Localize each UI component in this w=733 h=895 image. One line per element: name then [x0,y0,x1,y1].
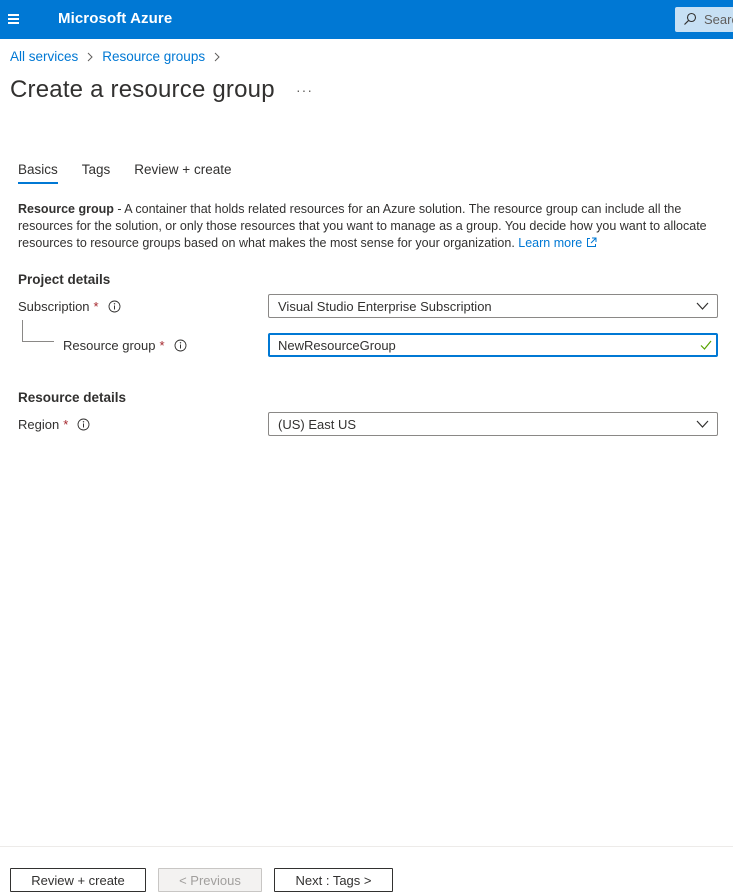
region-value: (US) East US [278,417,357,432]
resource-group-input[interactable]: NewResourceGroup [268,333,718,357]
hierarchy-connector [22,320,54,342]
breadcrumb-all-services[interactable]: All services [10,49,78,64]
description-term: Resource group [18,202,114,216]
project-details-heading: Project details [18,272,111,287]
review-create-button[interactable]: Review + create [10,868,146,892]
resource-group-label: Resource group * [63,338,187,353]
description-text: Resource group - A container that holds … [18,201,708,252]
resource-group-value: NewResourceGroup [278,338,396,353]
info-icon[interactable] [108,300,121,313]
chevron-right-icon [87,52,93,61]
region-label: Region * [18,417,90,432]
subscription-value: Visual Studio Enterprise Subscription [278,299,492,314]
previous-button[interactable]: < Previous [158,868,262,892]
description-body: - A container that holds related resourc… [18,202,707,250]
required-marker: * [93,299,99,314]
info-icon[interactable] [77,418,90,431]
breadcrumb: All services Resource groups [10,49,229,64]
subscription-label: Subscription * [18,299,121,314]
resource-details-heading: Resource details [18,390,127,405]
external-link-icon [586,237,597,247]
tab-review-create[interactable]: Review + create [134,162,231,184]
info-icon[interactable] [174,339,187,352]
tab-tags[interactable]: Tags [82,162,111,184]
page-title: Create a resource group [10,76,275,103]
more-options-icon[interactable]: ··· [296,82,313,98]
tab-basics[interactable]: Basics [18,162,58,184]
region-select[interactable]: (US) East US [268,412,718,436]
subscription-label-text: Subscription [18,299,90,314]
search-input[interactable]: Search [675,7,733,32]
checkmark-icon [700,340,712,350]
chevron-right-icon [214,52,220,61]
learn-more-link[interactable]: Learn more [518,236,597,250]
resource-group-label-text: Resource group [63,338,156,353]
top-bar: Microsoft Azure Search [0,0,733,39]
chevron-down-icon [696,420,709,428]
chevron-down-icon [696,302,709,310]
required-marker: * [159,338,165,353]
search-icon [684,12,697,25]
region-label-text: Region [18,417,60,432]
tab-list: Basics Tags Review + create [18,162,255,184]
footer-bar: Review + create < Previous Next : Tags > [0,846,733,895]
learn-more-label: Learn more [518,236,583,250]
subscription-select[interactable]: Visual Studio Enterprise Subscription [268,294,718,318]
required-marker: * [63,417,69,432]
search-placeholder: Search [704,12,733,27]
hamburger-icon[interactable] [5,9,25,29]
brand-title[interactable]: Microsoft Azure [58,10,172,27]
next-tags-button[interactable]: Next : Tags > [274,868,393,892]
breadcrumb-resource-groups[interactable]: Resource groups [102,49,205,64]
